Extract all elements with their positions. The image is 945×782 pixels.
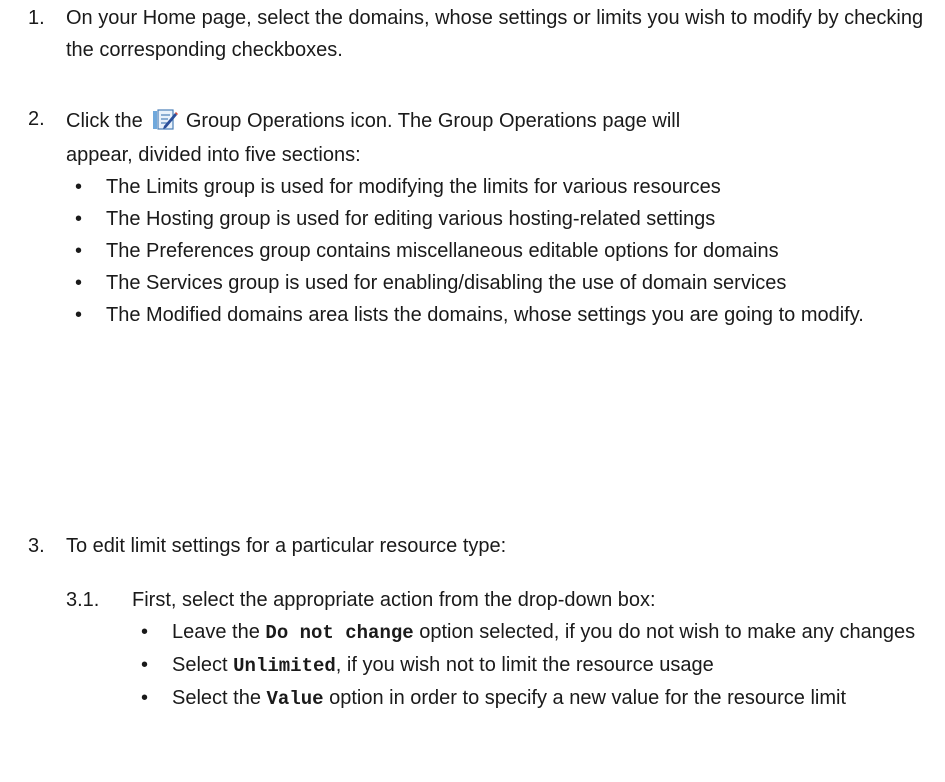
document: 1. On your Home page, select the domains… [0, 0, 945, 782]
substep-number: 3.1. [66, 589, 100, 611]
list-item: • The Services group is used for enabling… [75, 272, 787, 294]
option-code: Unlimited [233, 655, 336, 677]
option-code: Do not change [265, 622, 414, 644]
step-text: On your Home page, select the domains, w… [66, 7, 924, 61]
list-item: • The Hosting group is used for editing v… [75, 208, 716, 230]
list-item: • Leave the Do not change option selected… [141, 621, 916, 644]
list-item: • Select Unlimited, if you wish not to li… [141, 654, 714, 677]
step-text-post: Group Operations icon. The Group Operati… [185, 110, 681, 132]
step-text-pre: Click the [66, 110, 143, 132]
list-item: • The Limits group is used for modifying … [75, 176, 721, 198]
sections-list: • The Limits group is used for modifying … [66, 171, 936, 331]
step-number: 1. [28, 7, 45, 29]
step-number: 2. [28, 108, 45, 130]
list-item: • The Preferences group contains miscella… [75, 240, 779, 262]
step-text-line: Click the Group Operations icon. The Gro… [66, 103, 936, 139]
substep-text: First, select the appropriate action fro… [132, 589, 656, 611]
option-code: Value [266, 688, 324, 710]
step-text-cont: appear, divided into five sections: [66, 144, 361, 166]
step-text: To edit limit settings for a particular … [66, 535, 507, 557]
list-item: • The Modified domains area lists the dom… [75, 304, 864, 326]
group-operations-icon [152, 107, 179, 131]
list-item: • Select the Value option in order to spe… [141, 687, 847, 710]
step-number: 3. [28, 535, 45, 557]
actions-list: • Leave the Do not change option selected… [132, 616, 932, 715]
